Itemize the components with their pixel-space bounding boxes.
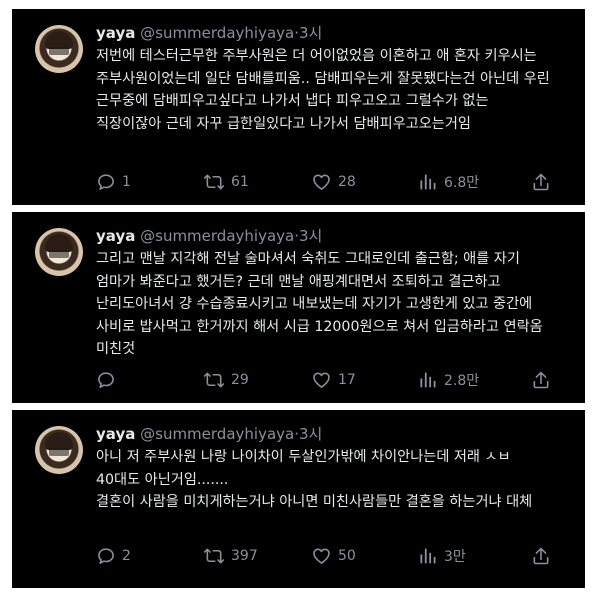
tweet-card[interactable]: yaya @summerdayhiyaya·3시 저번에 테스터근무한 주부사원… [12, 9, 585, 205]
retweet-button[interactable]: 61 [203, 171, 249, 193]
like-count: 50 [338, 548, 356, 564]
share-button[interactable] [531, 171, 551, 193]
tweet-card[interactable]: yaya @summerdayhiyaya·3시 그리고 맨날 지각해 전날 술… [12, 212, 585, 403]
tweet-header: yaya @summerdayhiyaya·3시 [96, 23, 322, 43]
tweet-thread-screenshot: yaya @summerdayhiyaya·3시 저번에 테스터근무한 주부사원… [12, 0, 585, 588]
like-icon [313, 372, 330, 388]
view-count: 3만 [444, 549, 466, 565]
tweet-card[interactable]: yaya @summerdayhiyaya·3시 아니 저 주부사원 나랑 나이… [12, 410, 585, 588]
views-icon [420, 174, 436, 190]
avatar[interactable] [35, 228, 83, 276]
view-count: 2.8만 [444, 373, 480, 389]
user-handle[interactable]: @summerdayhiyaya [140, 24, 294, 42]
avatar[interactable] [35, 25, 83, 73]
like-icon [313, 548, 330, 564]
views-button[interactable]: 2.8만 [418, 369, 479, 391]
view-count: 6.8만 [444, 175, 480, 191]
retweet-button[interactable]: 397 [203, 545, 258, 567]
timestamp[interactable]: 3시 [299, 227, 322, 245]
views-icon [420, 372, 436, 388]
tweet-text: 저번에 테스터근무한 주부사원은 더 어이없었음 이혼하고 애 혼자 키우시는 … [96, 48, 555, 132]
reply-icon [98, 174, 114, 190]
tweet-header: yaya @summerdayhiyaya·3시 [96, 226, 322, 246]
views-icon [420, 548, 436, 564]
reply-button[interactable]: 1 [96, 171, 131, 193]
reply-icon [98, 548, 114, 564]
like-count: 17 [338, 372, 356, 388]
reply-count: 1 [122, 174, 131, 190]
views-button[interactable]: 3만 [418, 545, 466, 567]
retweet-icon [203, 372, 225, 388]
retweet-count: 61 [231, 174, 249, 190]
tweet-text: 아니 저 주부사원 나랑 나이차이 두살인가밖에 차이안나는데 저래 ㅅㅂ 40… [96, 449, 533, 510]
like-button[interactable]: 17 [311, 369, 356, 391]
retweet-count: 397 [231, 548, 258, 564]
like-button[interactable]: 28 [311, 171, 356, 193]
retweet-icon [203, 174, 225, 190]
views-button[interactable]: 6.8만 [418, 171, 479, 193]
tweet-header: yaya @summerdayhiyaya·3시 [96, 424, 322, 444]
share-button[interactable] [531, 369, 551, 391]
timestamp[interactable]: 3시 [299, 425, 322, 443]
reply-button[interactable] [96, 369, 122, 391]
share-button[interactable] [531, 545, 551, 567]
like-icon [313, 174, 330, 190]
share-icon [533, 173, 549, 191]
reply-count: 2 [122, 548, 131, 564]
share-icon [533, 371, 549, 389]
like-count: 28 [338, 174, 356, 190]
user-handle[interactable]: @summerdayhiyaya [140, 425, 294, 443]
retweet-count: 29 [231, 372, 249, 388]
reply-icon [98, 372, 114, 388]
avatar[interactable] [35, 426, 83, 474]
retweet-icon [203, 548, 225, 564]
tweet-text: 그리고 맨날 지각해 전날 술마셔서 숙취도 그대로인데 출근함; 애를 자기 … [96, 251, 548, 357]
reply-button[interactable]: 2 [96, 545, 131, 567]
like-button[interactable]: 50 [311, 545, 356, 567]
display-name[interactable]: yaya [96, 24, 135, 42]
action-bar: 2 397 50 3만 [96, 545, 551, 567]
display-name[interactable]: yaya [96, 425, 135, 443]
share-icon [533, 547, 549, 565]
action-bar: 1 61 28 6.8만 [96, 171, 551, 193]
action-bar: 29 17 2.8만 [96, 369, 551, 391]
display-name[interactable]: yaya [96, 227, 135, 245]
timestamp[interactable]: 3시 [299, 24, 322, 42]
retweet-button[interactable]: 29 [203, 369, 249, 391]
user-handle[interactable]: @summerdayhiyaya [140, 227, 294, 245]
